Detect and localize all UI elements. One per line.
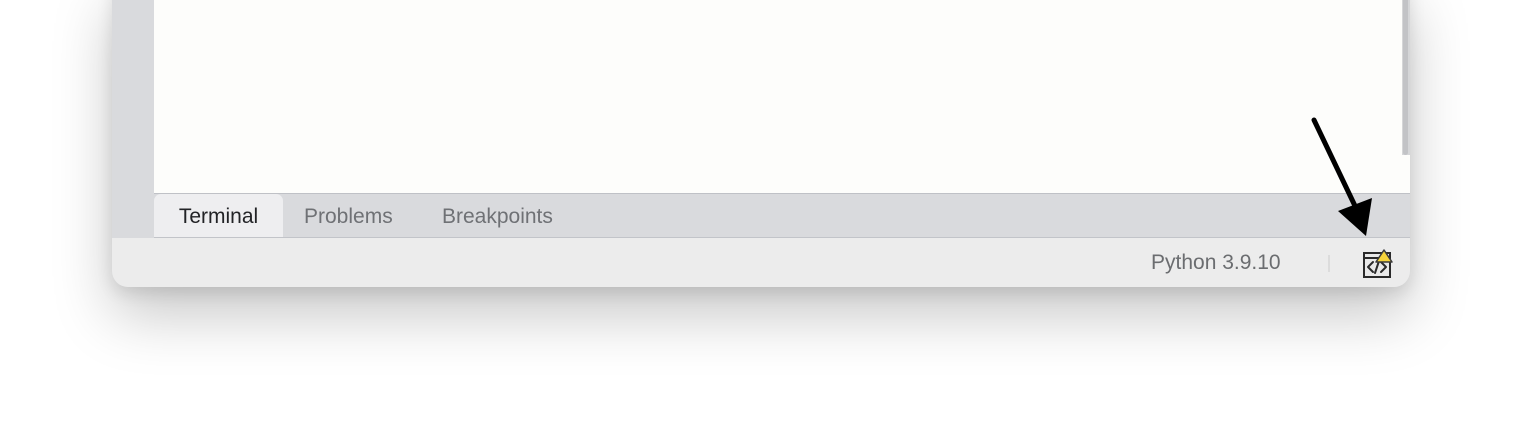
tab-terminal[interactable]: Terminal (154, 194, 283, 237)
editor-scrollbar[interactable] (1402, 0, 1410, 155)
app-window: Terminal Problems Breakpoints Python 3.9… (112, 0, 1410, 287)
scrollbar-thumb[interactable] (1403, 0, 1408, 155)
bottom-panel-tabbar: Terminal Problems Breakpoints (154, 194, 1410, 238)
editor-area[interactable] (154, 0, 1410, 194)
pointer-arrow-icon (1311, 117, 1372, 236)
tab-breakpoints[interactable]: Breakpoints (442, 194, 553, 237)
tab-problems[interactable]: Problems (304, 194, 393, 237)
sidebar-strip (112, 0, 154, 238)
status-separator (1328, 255, 1330, 272)
python-interpreter-status[interactable]: Python 3.9.10 (1151, 238, 1281, 287)
status-bar: Python 3.9.10 (112, 238, 1410, 287)
code-preview-warning-icon[interactable] (1362, 249, 1394, 279)
